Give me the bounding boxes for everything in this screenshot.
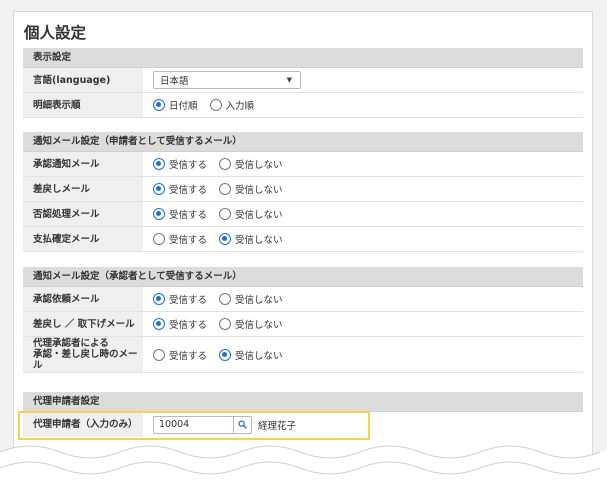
radio-circle-checked	[219, 233, 232, 245]
radio-receive[interactable]: 受信する	[153, 348, 207, 362]
display-settings-section: 表示設定 言語(language) 日本語 ▼ 明細表示順 日付順 入力順	[23, 48, 583, 118]
row-label: 差戻し ／ 取下げメール	[23, 312, 143, 336]
section-header: 通知メール設定（申請者として受信するメール）	[23, 132, 583, 152]
radio-not-receive[interactable]: 受信しない	[219, 157, 283, 171]
radio-receive[interactable]: 受信する	[153, 317, 207, 331]
detail-order-label: 明細表示順	[23, 93, 143, 117]
payment-confirm-row: 支払確定メール 受信する 受信しない	[23, 227, 583, 252]
radio-circle	[209, 99, 222, 111]
radio-receive[interactable]: 受信する	[153, 157, 207, 171]
radio-not-receive[interactable]: 受信しない	[219, 348, 283, 362]
radio-circle	[219, 183, 232, 195]
approval-request-row: 承認依頼メール 受信する 受信しない	[23, 287, 583, 312]
radio-receive[interactable]: 受信する	[153, 232, 207, 246]
section-header: 表示設定	[23, 48, 583, 68]
radio-not-receive[interactable]: 受信しない	[219, 182, 283, 196]
language-select[interactable]: 日本語 ▼	[153, 71, 301, 89]
row-label: 承認依頼メール	[23, 287, 143, 311]
radio-circle	[219, 158, 232, 170]
radio-receive[interactable]: 受信する	[153, 207, 207, 221]
radio-circle	[153, 233, 165, 245]
settings-panel: 個人設定 表示設定 言語(language) 日本語 ▼ 明細表示順 日付順 入…	[13, 11, 593, 461]
radio-circle	[153, 348, 165, 361]
radio-circle	[219, 208, 232, 220]
chevron-down-icon: ▼	[286, 76, 292, 84]
radio-date-order[interactable]: 日付順	[153, 98, 198, 112]
radio-receive[interactable]: 受信する	[153, 292, 207, 306]
radio-circle	[219, 293, 232, 305]
language-selected-value: 日本語	[160, 76, 189, 87]
radio-circle-checked	[153, 293, 165, 305]
label-line: 承認・差し戻し時のメール	[33, 349, 138, 371]
page-background: 個人設定 表示設定 言語(language) 日本語 ▼ 明細表示順 日付順 入…	[0, 0, 607, 491]
radio-circle-checked	[153, 183, 165, 195]
approval-notice-row: 承認通知メール 受信する 受信しない	[23, 152, 583, 177]
search-button[interactable]	[233, 415, 252, 434]
radio-circle-checked	[153, 208, 165, 220]
language-label: 言語(language)	[23, 68, 143, 92]
row-label: 否認処理メール	[23, 202, 143, 226]
torn-edge-decoration	[0, 445, 607, 491]
proxy-approver-mail-row: 代理承認者による 承認・差し戻し時のメール 受信する 受信しない	[23, 337, 583, 373]
proxy-applicant-section: 代理申請者設定 代理申請者（入力のみ） 経理花子	[23, 392, 583, 437]
radio-not-receive[interactable]: 受信しない	[219, 232, 283, 246]
sendback-mail-row: 差戻しメール 受信する 受信しない	[23, 177, 583, 202]
approver-mail-section: 通知メール設定（承認者として受信するメール） 承認依頼メール 受信する 受信しな…	[23, 267, 583, 373]
radio-not-receive[interactable]: 受信しない	[219, 317, 283, 331]
label-line: 代理承認者による	[33, 338, 109, 349]
radio-receive[interactable]: 受信する	[153, 182, 207, 196]
row-label: 差戻しメール	[23, 177, 143, 201]
radio-circle-checked	[153, 99, 165, 111]
radio-input-order[interactable]: 入力順	[209, 98, 254, 112]
proxy-applicant-name: 経理花子	[258, 420, 297, 432]
detail-order-radio-group: 日付順 入力順	[153, 98, 266, 112]
radio-circle	[219, 318, 232, 330]
radio-circle-checked	[153, 318, 165, 330]
rejection-mail-row: 否認処理メール 受信する 受信しない	[23, 202, 583, 227]
search-icon	[238, 420, 247, 429]
detail-order-row: 明細表示順 日付順 入力順	[23, 93, 583, 118]
page-title: 個人設定	[24, 24, 87, 42]
proxy-applicant-search: 経理花子	[153, 415, 297, 434]
row-label: 支払確定メール	[23, 227, 143, 251]
section-header: 代理申請者設定	[23, 392, 583, 412]
proxy-applicant-code-input[interactable]	[153, 415, 233, 434]
section-header: 通知メール設定（承認者として受信するメール）	[23, 267, 583, 287]
radio-not-receive[interactable]: 受信しない	[219, 292, 283, 306]
radio-circle-checked	[219, 348, 232, 361]
radio-circle-checked	[153, 158, 165, 170]
row-label: 代理承認者による 承認・差し戻し時のメール	[23, 337, 143, 372]
applicant-mail-section: 通知メール設定（申請者として受信するメール） 承認通知メール 受信する 受信しな…	[23, 132, 583, 252]
sendback-withdraw-row: 差戻し ／ 取下げメール 受信する 受信しない	[23, 312, 583, 337]
row-label: 承認通知メール	[23, 152, 143, 176]
language-row: 言語(language) 日本語 ▼	[23, 68, 583, 93]
radio-not-receive[interactable]: 受信しない	[219, 207, 283, 221]
